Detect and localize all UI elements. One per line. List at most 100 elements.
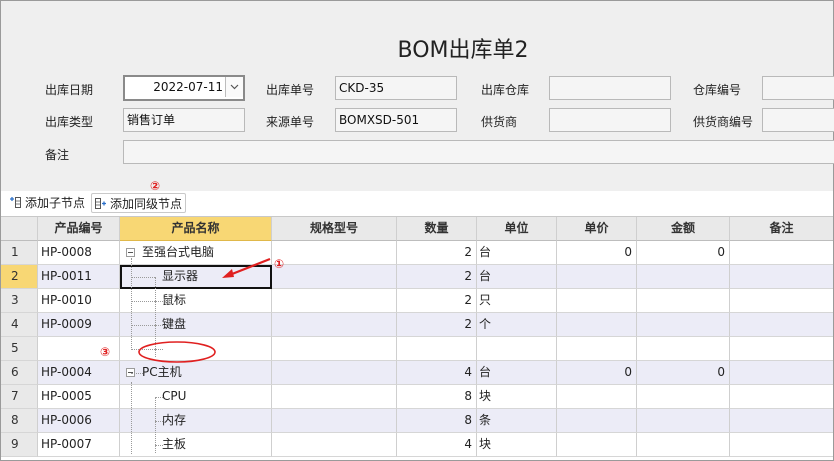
table-row[interactable]: 3 HP-0010 鼠标 2 只: [1, 289, 833, 313]
cell-qty[interactable]: 8: [397, 409, 477, 433]
table-row[interactable]: 5: [1, 337, 833, 361]
source-no-field[interactable]: BOMXSD-501: [335, 108, 457, 132]
cell-remark[interactable]: [730, 313, 833, 337]
cell-amount[interactable]: [637, 289, 730, 313]
table-row[interactable]: 9 HP-0007 主板 4 块: [1, 433, 833, 457]
table-row[interactable]: 2 HP-0011 显示器 2 台: [1, 265, 833, 289]
cell-spec[interactable]: [272, 409, 397, 433]
cell-qty[interactable]: 2: [397, 241, 477, 265]
cell-spec[interactable]: [272, 385, 397, 409]
column-header-code[interactable]: 产品编号: [38, 217, 120, 241]
cell-unit[interactable]: 块: [477, 385, 557, 409]
cell-remark[interactable]: [730, 289, 833, 313]
cell-qty[interactable]: 2: [397, 289, 477, 313]
cell-amount[interactable]: [637, 385, 730, 409]
table-row[interactable]: 6 HP-0004 PC主机 4 台 0 0: [1, 361, 833, 385]
cell-remark[interactable]: [730, 337, 833, 361]
cell-code[interactable]: HP-0011: [38, 265, 120, 289]
supplier-field[interactable]: [549, 108, 671, 132]
cell-code[interactable]: HP-0009: [38, 313, 120, 337]
cell-unit[interactable]: 块: [477, 433, 557, 457]
warehouse-code-field[interactable]: [762, 76, 834, 100]
cell-name[interactable]: CPU: [120, 385, 272, 409]
cell-unit[interactable]: 台: [477, 241, 557, 265]
cell-price[interactable]: [557, 337, 637, 361]
cell-spec[interactable]: [272, 313, 397, 337]
tree-connector-line: [131, 382, 132, 454]
cell-code[interactable]: HP-0005: [38, 385, 120, 409]
cell-code[interactable]: HP-0004: [38, 361, 120, 385]
table-row[interactable]: 1 HP-0008 至强台式电脑 2 台 0 0: [1, 241, 833, 265]
cell-amount[interactable]: [637, 337, 730, 361]
cell-amount[interactable]: [637, 409, 730, 433]
column-header-spec[interactable]: 规格型号: [272, 217, 397, 241]
add-sibling-node-icon: [95, 198, 106, 209]
cell-spec[interactable]: [272, 361, 397, 385]
cell-remark[interactable]: [730, 433, 833, 457]
cell-spec[interactable]: [272, 433, 397, 457]
table-row[interactable]: 4 HP-0009 键盘 2 个: [1, 313, 833, 337]
cell-spec[interactable]: [272, 265, 397, 289]
column-header-name[interactable]: 产品名称: [120, 217, 272, 241]
cell-qty[interactable]: 4: [397, 433, 477, 457]
cell-remark[interactable]: [730, 409, 833, 433]
cell-price[interactable]: [557, 289, 637, 313]
column-header-amount[interactable]: 金额: [637, 217, 730, 241]
warehouse-code-label: 仓库编号: [693, 83, 742, 97]
cell-qty[interactable]: 2: [397, 313, 477, 337]
out-date-field[interactable]: 2022-07-11: [123, 75, 245, 101]
cell-unit[interactable]: 条: [477, 409, 557, 433]
cell-unit[interactable]: 个: [477, 313, 557, 337]
cell-code[interactable]: HP-0010: [38, 289, 120, 313]
cell-qty[interactable]: 2: [397, 265, 477, 289]
column-header-qty[interactable]: 数量: [397, 217, 477, 241]
cell-amount[interactable]: [637, 265, 730, 289]
cell-qty[interactable]: [397, 337, 477, 361]
out-type-field[interactable]: 销售订单: [123, 108, 245, 132]
cell-spec[interactable]: [272, 241, 397, 265]
cell-unit[interactable]: 台: [477, 361, 557, 385]
warehouse-field[interactable]: [549, 76, 671, 100]
remark-field[interactable]: [123, 140, 834, 164]
date-dropdown-button[interactable]: [225, 77, 243, 97]
table-row[interactable]: 7 HP-0005 CPU 8 块: [1, 385, 833, 409]
cell-price[interactable]: 0: [557, 241, 637, 265]
add-sibling-node-button[interactable]: 添加同级节点: [91, 193, 187, 213]
cell-code[interactable]: HP-0008: [38, 241, 120, 265]
column-header-remark[interactable]: 备注: [730, 217, 833, 241]
cell-amount[interactable]: 0: [637, 361, 730, 385]
column-header-price[interactable]: 单价: [557, 217, 637, 241]
column-header-unit[interactable]: 单位: [477, 217, 557, 241]
cell-spec[interactable]: [272, 337, 397, 361]
cell-code[interactable]: HP-0007: [38, 433, 120, 457]
cell-price[interactable]: [557, 433, 637, 457]
cell-unit[interactable]: 台: [477, 265, 557, 289]
cell-spec[interactable]: [272, 289, 397, 313]
cell-unit[interactable]: [477, 337, 557, 361]
cell-price[interactable]: [557, 265, 637, 289]
collapse-toggle-icon[interactable]: [126, 248, 135, 257]
cell-amount[interactable]: [637, 313, 730, 337]
cell-price[interactable]: [557, 313, 637, 337]
out-no-field[interactable]: CKD-35: [335, 76, 457, 100]
cell-remark[interactable]: [730, 385, 833, 409]
cell-qty[interactable]: 8: [397, 385, 477, 409]
supplier-code-field[interactable]: [762, 108, 834, 132]
cell-name[interactable]: 至强台式电脑: [120, 241, 272, 265]
cell-name[interactable]: 内存: [120, 409, 272, 433]
cell-qty[interactable]: 4: [397, 361, 477, 385]
cell-code[interactable]: HP-0006: [38, 409, 120, 433]
cell-price[interactable]: 0: [557, 361, 637, 385]
cell-unit[interactable]: 只: [477, 289, 557, 313]
add-child-node-button[interactable]: 添加子节点: [7, 193, 85, 213]
cell-remark[interactable]: [730, 361, 833, 385]
cell-remark[interactable]: [730, 241, 833, 265]
cell-remark[interactable]: [730, 265, 833, 289]
cell-name[interactable]: 主板: [120, 433, 272, 457]
cell-price[interactable]: [557, 385, 637, 409]
table-row[interactable]: 8 HP-0006 内存 8 条: [1, 409, 833, 433]
tree-connector-line: [155, 349, 163, 350]
cell-price[interactable]: [557, 409, 637, 433]
cell-amount[interactable]: 0: [637, 241, 730, 265]
cell-amount[interactable]: [637, 433, 730, 457]
